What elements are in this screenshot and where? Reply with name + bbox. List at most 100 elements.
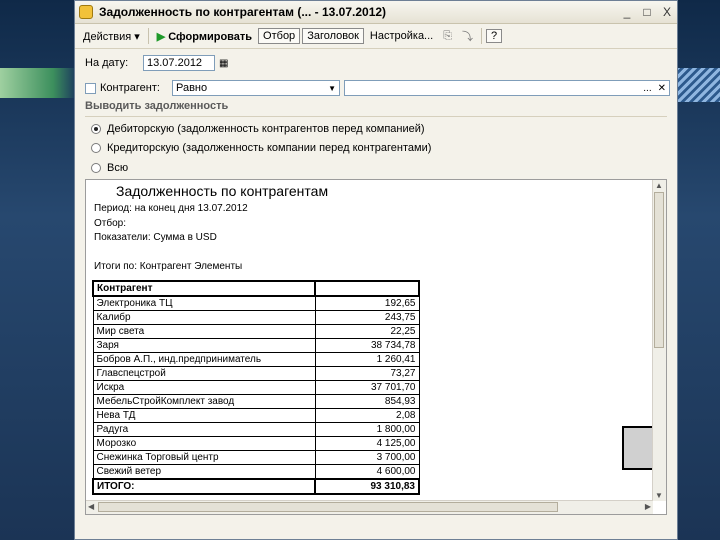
report-totals-by: Итоги по: Контрагент Элементы xyxy=(94,261,243,272)
table-row: Калибр 243,75 xyxy=(92,310,420,325)
report-window: Задолженность по контрагентам (... - 13.… xyxy=(74,0,678,540)
counterparty-cell: Искра xyxy=(92,380,316,395)
option-receivable[interactable]: Дебиторскую (задолженность контрагентов … xyxy=(85,123,425,135)
generate-button[interactable]: ▶ Сформировать xyxy=(153,28,256,45)
radio-button[interactable] xyxy=(91,143,101,153)
total-label: ИТОГО: xyxy=(92,478,316,495)
generate-label: Сформировать xyxy=(168,30,253,43)
toolbar: Действия ▾ ▶ Сформировать Отбор Заголовок… xyxy=(75,24,677,49)
ellipsis-icon[interactable]: ... xyxy=(643,83,651,94)
debt-section-title: Выводить задолженность xyxy=(85,100,229,112)
report-period: Период: на конец дня 13.07.2012 xyxy=(94,203,248,214)
counterparty-cell: Радуга xyxy=(92,422,316,437)
date-input[interactable]: 13.07.2012 xyxy=(143,55,215,71)
vertical-scrollbar[interactable]: ▲ ▼ xyxy=(652,180,666,501)
help-button[interactable]: ? xyxy=(486,29,503,43)
report-area[interactable]: Задолженность по контрагентам Период: на… xyxy=(85,179,667,515)
calendar-icon[interactable]: ▦ xyxy=(219,58,228,69)
amount-cell: 192,65 xyxy=(314,295,420,311)
counterparty-cell: Электроника ТЦ xyxy=(92,295,316,311)
vertical-scroll-thumb[interactable] xyxy=(654,192,664,348)
total-row: ИТОГО: 93 310,83 xyxy=(92,478,420,495)
report-indicators: Показатели: Сумма в USD xyxy=(94,232,217,243)
play-icon: ▶ xyxy=(156,30,166,43)
section-divider xyxy=(85,116,667,117)
toolbar-separator xyxy=(147,28,149,44)
report-title: Задолженность по контрагентам xyxy=(116,183,329,199)
table-row: Радуга 1 800,00 xyxy=(92,422,420,437)
background-decoration-left xyxy=(0,68,76,98)
option-all[interactable]: Всю xyxy=(85,162,128,174)
option-receivable-label: Дебиторскую (задолженность контрагентов … xyxy=(107,123,425,135)
actions-menu[interactable]: Действия ▾ xyxy=(79,28,144,45)
title-bar[interactable]: Задолженность по контрагентам (... - 13.… xyxy=(75,1,677,24)
condition-select[interactable]: Равно ▼ xyxy=(172,80,340,96)
column-header: Контрагент xyxy=(92,280,316,297)
report-filter: Отбор: xyxy=(94,218,126,229)
option-all-label: Всю xyxy=(107,162,129,174)
radio-button[interactable] xyxy=(91,124,101,134)
counterparty-cell: Мир света xyxy=(92,324,316,339)
minimize-button[interactable]: _ xyxy=(617,5,637,19)
option-payable-label: Кредиторскую (задолженность компании пер… xyxy=(107,142,432,154)
table-row: МебельСтройКомплект завод 854,93 xyxy=(92,394,420,409)
date-row: На дату: 13.07.2012 ▦ xyxy=(85,55,228,71)
table-row: Морозко 4 125,00 xyxy=(92,436,420,451)
counterparty-cell: Нева ТД xyxy=(92,408,316,423)
save-settings-icon[interactable]: ⎘ xyxy=(439,28,456,45)
table-row: Искра 37 701,70 xyxy=(92,380,420,395)
counterparty-cell: МебельСтройКомплект завод xyxy=(92,394,316,409)
chevron-down-icon[interactable]: ▼ xyxy=(328,84,336,93)
table-row: Снежинка Торговый центр 3 700,00 xyxy=(92,450,420,465)
option-payable[interactable]: Кредиторскую (задолженность компании пер… xyxy=(85,142,431,154)
settings-button[interactable]: Настройка... xyxy=(366,28,437,44)
table-header-row: Контрагент xyxy=(92,280,420,297)
maximize-button[interactable]: □ xyxy=(637,5,657,19)
radio-button[interactable] xyxy=(91,163,101,173)
amount-cell: 2,08 xyxy=(314,408,420,423)
amount-cell: 37 701,70 xyxy=(314,380,420,395)
close-button[interactable]: X xyxy=(657,5,677,19)
toolbar-separator xyxy=(481,28,483,44)
table-row: Бобров А.П., инд.предприниматель 1 260,41 xyxy=(92,352,420,367)
horizontal-scrollbar[interactable]: ◀ ▶ xyxy=(86,500,653,514)
counterparty-checkbox[interactable] xyxy=(85,82,96,94)
table-row: Свежий ветер 4 600,00 xyxy=(92,464,420,480)
table-row: Заря 38 734,78 xyxy=(92,338,420,353)
date-value: 13.07.2012 xyxy=(147,57,203,69)
scroll-up-icon[interactable]: ▲ xyxy=(655,181,663,190)
amount-cell: 243,75 xyxy=(314,310,420,325)
counterparty-cell: Снежинка Торговый центр xyxy=(92,450,316,465)
window-title: Задолженность по контрагентам (... - 13.… xyxy=(99,5,387,19)
amount-cell: 1 260,41 xyxy=(314,352,420,367)
table-row: Нева ТД 2,08 xyxy=(92,408,420,423)
filter-button[interactable]: Отбор xyxy=(258,28,301,44)
column-header-value xyxy=(314,280,420,297)
horizontal-scroll-thumb[interactable] xyxy=(98,502,558,512)
table-row: Электроника ТЦ 192,65 xyxy=(92,295,420,311)
amount-cell: 3 700,00 xyxy=(314,450,420,465)
amount-cell: 73,27 xyxy=(314,366,420,381)
amount-cell: 854,93 xyxy=(314,394,420,409)
counterparty-input[interactable]: ... ✕ xyxy=(344,80,670,96)
scroll-down-icon[interactable]: ▼ xyxy=(655,491,663,500)
counterparty-cell: Морозко xyxy=(92,436,316,451)
background-decoration-right xyxy=(676,68,720,102)
counterparty-cell: Бобров А.П., инд.предприниматель xyxy=(92,352,316,367)
table-row: Мир света 22,25 xyxy=(92,324,420,339)
restore-settings-icon[interactable]: ⤵ xyxy=(458,26,477,46)
scroll-left-icon[interactable]: ◀ xyxy=(88,502,94,511)
counterparty-cell: Главспецстрой xyxy=(92,366,316,381)
counterparty-cell: Свежий ветер xyxy=(92,464,316,480)
amount-cell: 4 600,00 xyxy=(314,464,420,480)
table-row: Главспецстрой 73,27 xyxy=(92,366,420,381)
amount-cell: 4 125,00 xyxy=(314,436,420,451)
app-icon xyxy=(79,5,93,19)
header-button[interactable]: Заголовок xyxy=(302,28,364,44)
clear-icon[interactable]: ✕ xyxy=(658,83,666,94)
scroll-right-icon[interactable]: ▶ xyxy=(645,502,651,511)
amount-cell: 22,25 xyxy=(314,324,420,339)
condition-value: Равно xyxy=(176,82,208,94)
counterparty-cell: Калибр xyxy=(92,310,316,325)
amount-cell: 1 800,00 xyxy=(314,422,420,437)
